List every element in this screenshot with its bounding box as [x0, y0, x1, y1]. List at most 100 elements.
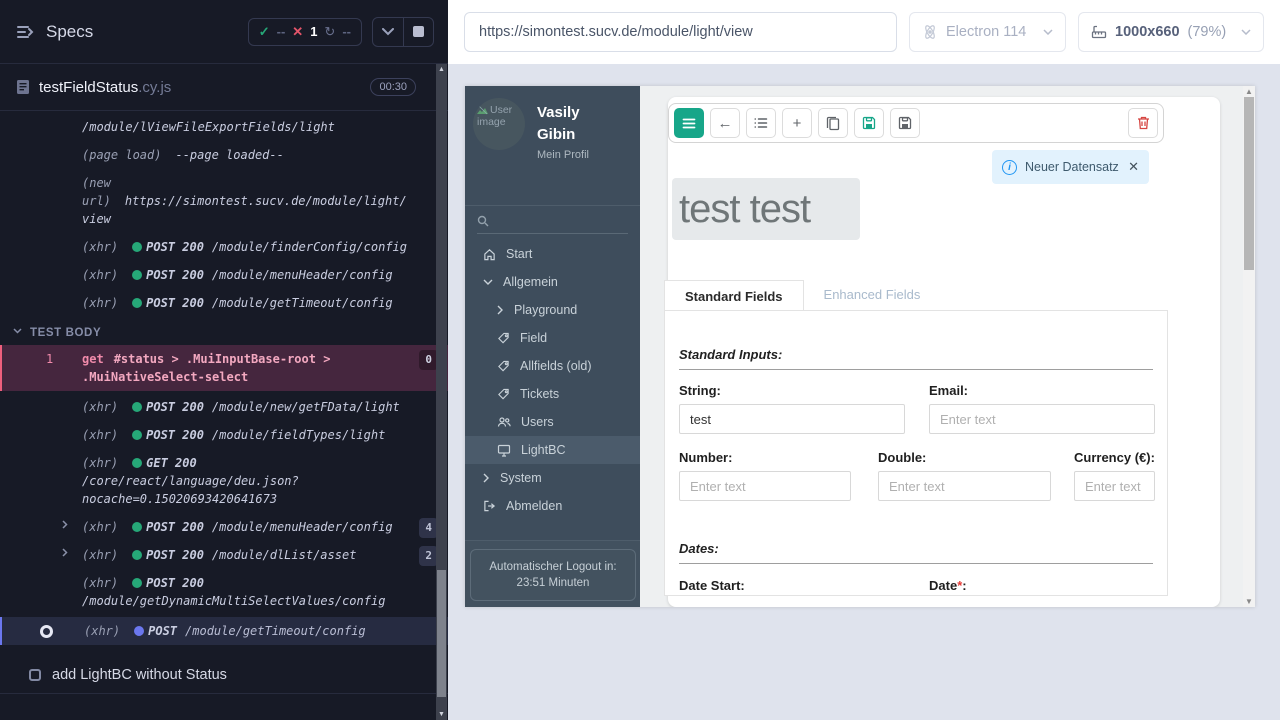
back-button[interactable]: ←: [710, 108, 740, 138]
log-path: /module/fieldTypes/light: [212, 428, 385, 442]
add-button[interactable]: +: [782, 108, 812, 138]
test-body-section[interactable]: TEST BODY: [0, 323, 448, 345]
sidebar-toggle-icon[interactable]: [16, 24, 36, 40]
failed-command-row[interactable]: 1 get#status > .MuiInputBase-root > .Mui…: [0, 345, 448, 391]
success-dot-icon: [132, 550, 142, 560]
scroll-down-icon[interactable]: ▼: [436, 711, 447, 718]
number-input[interactable]: [679, 471, 851, 501]
tab-standard-fields[interactable]: Standard Fields: [664, 280, 804, 311]
stop-button[interactable]: [403, 18, 433, 46]
scroll-up-icon[interactable]: ▲: [1243, 87, 1255, 96]
sidebar-item-system[interactable]: System: [465, 464, 640, 492]
delete-button[interactable]: [1128, 108, 1158, 138]
close-icon[interactable]: ✕: [1128, 159, 1139, 175]
app-main: ← + i Neuer Datensatz ✕ test test Standa…: [640, 86, 1255, 607]
log-entry[interactable]: (xhr)POST 200/module/finderConfig/config: [0, 233, 448, 261]
log-entry[interactable]: (xhr)POST 200/module/menuHeader/config4: [0, 513, 448, 541]
collapse-button[interactable]: [373, 18, 403, 46]
failed-count: 1: [310, 24, 317, 39]
back-arrow-icon: ←: [718, 115, 733, 132]
date-start-label: Date Start:: [679, 578, 745, 593]
nav-label: Start: [506, 247, 532, 261]
command-name: get: [82, 352, 104, 366]
ruler-icon: [1091, 24, 1107, 40]
reporter-scrollbar-thumb[interactable]: [437, 570, 446, 697]
log-entry[interactable]: (xhr)POST 200/module/dlList/asset2: [0, 541, 448, 569]
chevron-right-icon: [483, 473, 490, 483]
log-prefix: (xhr): [82, 296, 118, 310]
copy-button[interactable]: [818, 108, 848, 138]
log-entry[interactable]: (xhr)POST 200/module/getDynamicMultiSele…: [0, 569, 448, 615]
spec-file-row[interactable]: testFieldStatus.cy.js 00:30: [0, 64, 448, 111]
log-method: POST 200: [146, 576, 204, 590]
log-entry[interactable]: (xhr)GET 200/core/react/language/deu.jso…: [0, 449, 448, 513]
save-icon: [862, 116, 876, 130]
email-label: Email:: [929, 383, 968, 398]
test-body-label: TEST BODY: [30, 327, 101, 339]
pending-log-entry[interactable]: (xhr)POST/module/getTimeout/config: [0, 617, 448, 645]
sidebar-item-abmelden[interactable]: Abmelden: [465, 492, 640, 520]
log-entry[interactable]: (xhr) POST 200/module/getTimeout/config: [0, 289, 448, 317]
tag-icon: [497, 388, 510, 401]
success-dot-icon: [132, 430, 142, 440]
scroll-up-icon[interactable]: ▲: [436, 66, 447, 73]
sidebar-item-start[interactable]: Start: [465, 240, 640, 268]
app-sidebar: User image Vasily Gibin Mein Profil Star…: [465, 86, 640, 607]
log-entry[interactable]: (xhr)POST 200/module/menuHeader/config: [0, 261, 448, 289]
success-dot-icon: [132, 522, 142, 532]
profile-link[interactable]: Mein Profil: [537, 149, 589, 161]
app-scrollbar[interactable]: ▲ ▼: [1243, 86, 1255, 607]
section-standard-inputs: Standard Inputs:: [679, 347, 1153, 370]
log-method: POST 200: [146, 296, 204, 310]
log-entry[interactable]: /module/lViewFileExportFields/light: [0, 113, 448, 141]
sidebar-item-users[interactable]: Users: [465, 408, 640, 436]
string-label: String:: [679, 383, 721, 398]
nav-label: Playground: [514, 303, 577, 317]
string-input[interactable]: [679, 404, 905, 434]
spec-ext: .cy.js: [138, 79, 171, 96]
save-close-button[interactable]: [890, 108, 920, 138]
sidebar-item-playground[interactable]: Playground: [465, 296, 640, 324]
save-button[interactable]: [854, 108, 884, 138]
list-button[interactable]: [746, 108, 776, 138]
test-stats: ✓ -- ✕ 1 ↻ --: [248, 18, 362, 46]
nav-label: LightBC: [521, 443, 565, 457]
menu-button[interactable]: [674, 108, 704, 138]
next-test-row[interactable]: add LightBC without Status: [0, 658, 448, 694]
reporter-scrollbar[interactable]: ▲ ▼: [436, 64, 447, 720]
viewport-size: 1000x660: [1115, 24, 1180, 40]
log-path: /module/getTimeout/config: [185, 624, 366, 638]
chevron-right-icon[interactable]: [62, 520, 68, 529]
url-input[interactable]: [464, 12, 897, 52]
log-entry[interactable]: (xhr)POST 200/module/new/getFData/light: [0, 393, 448, 421]
section-dates: Dates:: [679, 541, 1153, 564]
viewport-selector[interactable]: 1000x660 (79%): [1078, 12, 1264, 52]
logout-text-line2: 23:51 Minuten: [477, 575, 629, 591]
monitor-icon: [497, 444, 511, 457]
log-path: /module/getTimeout/config: [212, 296, 393, 310]
aut-header: Electron 114 1000x660 (79%): [448, 0, 1280, 64]
number-label: Number:: [679, 450, 732, 465]
nav-label: Allfields (old): [520, 359, 592, 373]
tab-enhanced-fields[interactable]: Enhanced Fields: [804, 279, 941, 310]
log-entry[interactable]: (newurl)https://simontest.sucv.de/module…: [0, 169, 448, 233]
log-entry[interactable]: (page load)--page loaded--: [0, 141, 448, 169]
sidebar-item-allgemein[interactable]: Allgemein: [465, 268, 640, 296]
sidebar-item-lightbc[interactable]: LightBC: [465, 436, 640, 464]
sidebar-item-allfields-old[interactable]: Allfields (old): [465, 352, 640, 380]
sidebar-item-tickets[interactable]: Tickets: [465, 380, 640, 408]
email-input[interactable]: [929, 404, 1155, 434]
browser-selector[interactable]: Electron 114: [909, 12, 1066, 52]
command-log: /module/lViewFileExportFields/light (pag…: [0, 113, 448, 317]
chevron-right-icon[interactable]: [62, 548, 68, 557]
search-input[interactable]: [495, 214, 615, 228]
scroll-down-icon[interactable]: ▼: [1243, 597, 1255, 606]
currency-input[interactable]: [1074, 471, 1155, 501]
nav-label: Allgemein: [503, 275, 558, 289]
cypress-reporter-panel: Specs ✓ -- ✕ 1 ↻ -- testFieldStatus.cy.j…: [0, 0, 448, 720]
log-entry[interactable]: (xhr)POST 200/module/fieldTypes/light: [0, 421, 448, 449]
sidebar-item-field[interactable]: Field: [465, 324, 640, 352]
app-scrollbar-thumb[interactable]: [1244, 97, 1254, 270]
log-path: https://simontest.sucv.de/module/light/v…: [82, 194, 407, 226]
double-input[interactable]: [878, 471, 1051, 501]
